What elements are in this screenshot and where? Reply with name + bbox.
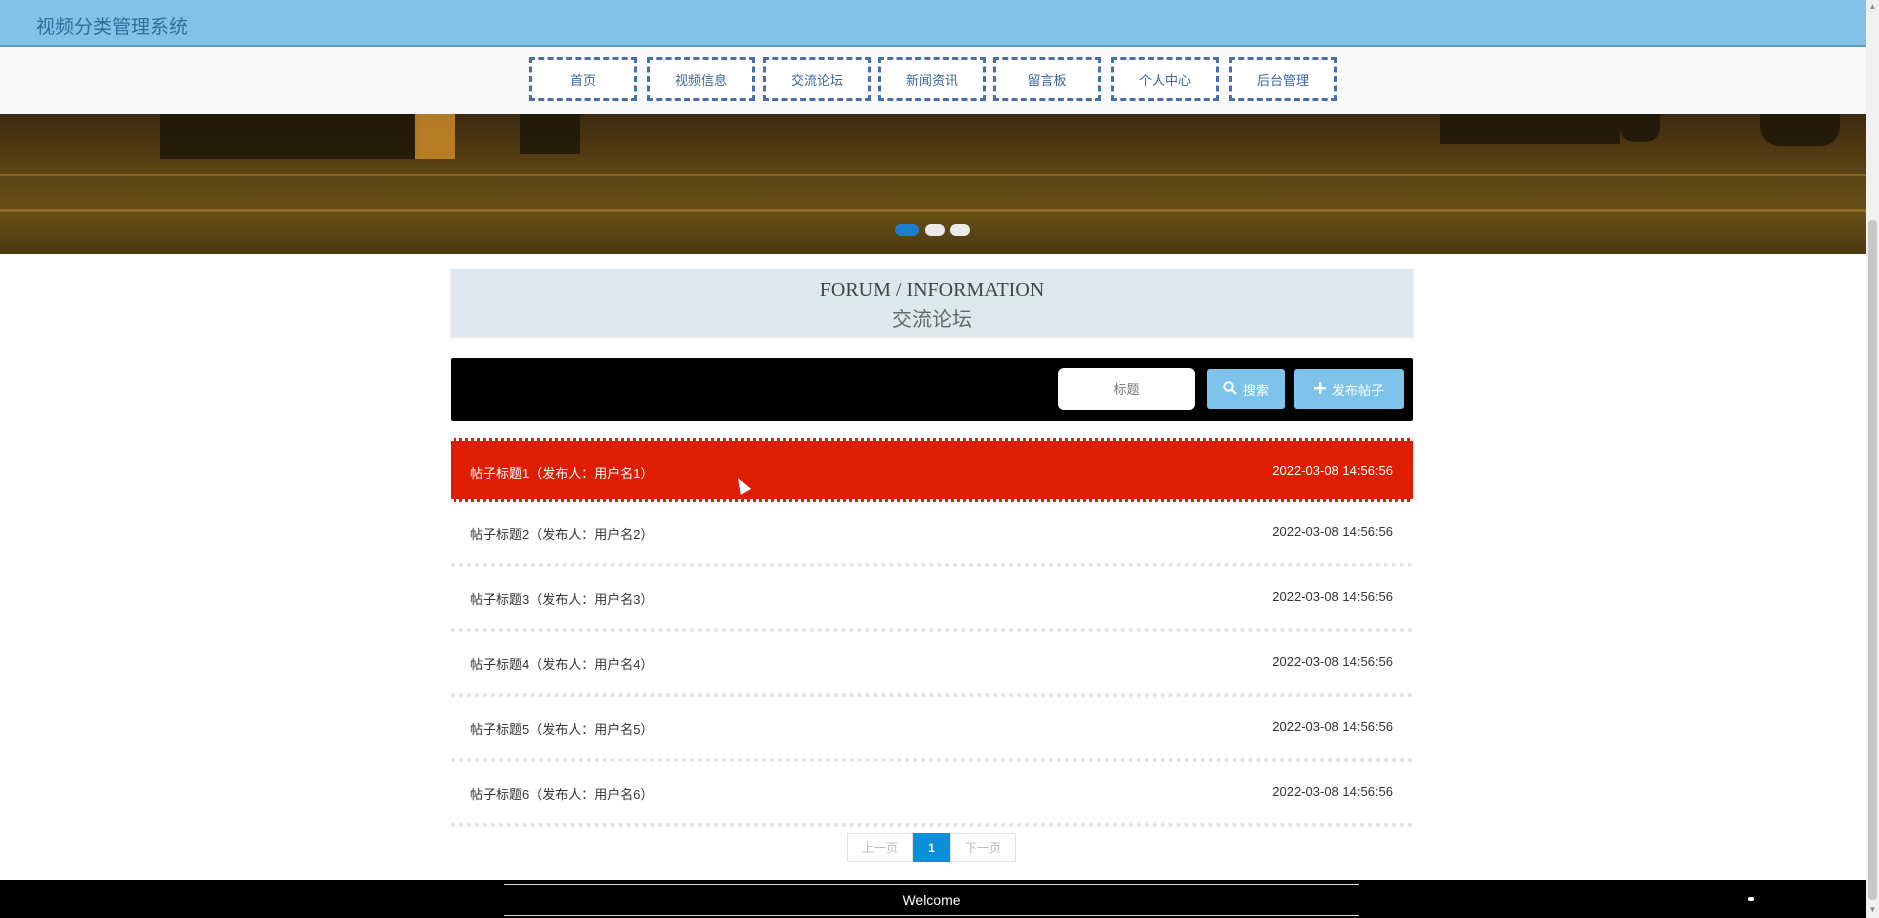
post-list: 帖子标题1（发布人：用户名1） 2022-03-08 14:56:56 帖子标题…	[451, 438, 1413, 827]
banner-boat	[1440, 114, 1620, 144]
nav-item-home[interactable]: 首页	[529, 57, 637, 101]
section-header: FORUM / INFORMATION 交流论坛	[451, 269, 1413, 337]
nav-item-forum[interactable]: 交流论坛	[763, 57, 871, 101]
section-title-cn: 交流论坛	[892, 309, 972, 331]
banner-pillar	[415, 114, 455, 159]
nav-item-video-info[interactable]: 视频信息	[647, 57, 755, 101]
post-title[interactable]: 帖子标题3（发布人：用户名3）	[470, 589, 653, 608]
post-row[interactable]: 帖子标题2（发布人：用户名2） 2022-03-08 14:56:56	[451, 502, 1413, 567]
banner-boat	[1620, 114, 1660, 142]
publish-post-label: 发布帖子	[1331, 382, 1384, 398]
post-row[interactable]: 帖子标题5（发布人：用户名5） 2022-03-08 14:56:56	[451, 697, 1413, 762]
footer: Welcome	[0, 880, 1866, 918]
carousel-dot-3[interactable]	[950, 224, 970, 236]
nav-item-admin[interactable]: 后台管理	[1229, 57, 1337, 101]
post-title[interactable]: 帖子标题1（发布人：用户名1）	[470, 463, 653, 482]
footer-welcome: Welcome	[504, 884, 1359, 916]
plus-icon	[1313, 381, 1326, 397]
post-title[interactable]: 帖子标题4（发布人：用户名4）	[470, 654, 653, 673]
nav-item-news[interactable]: 新闻资讯	[878, 57, 986, 101]
post-time: 2022-03-08 14:56:56	[1272, 719, 1393, 734]
post-time: 2022-03-08 14:56:56	[1272, 589, 1393, 604]
water-reflection	[0, 209, 1866, 212]
page-number-button[interactable]: 1	[913, 833, 950, 862]
page-scrollbar[interactable]: ▲ ▼	[1866, 0, 1879, 918]
post-time: 2022-03-08 14:56:56	[1272, 463, 1393, 478]
scroll-down-icon[interactable]: ▼	[1868, 905, 1877, 914]
post-row[interactable]: 帖子标题4（发布人：用户名4） 2022-03-08 14:56:56	[451, 632, 1413, 697]
search-input[interactable]	[1058, 368, 1195, 410]
banner-pillar	[520, 114, 580, 154]
post-time: 2022-03-08 14:56:56	[1272, 784, 1393, 799]
post-time: 2022-03-08 14:56:56	[1272, 654, 1393, 669]
search-button[interactable]: 搜索	[1207, 369, 1285, 409]
banner-boat	[1760, 114, 1840, 146]
prev-page-button[interactable]: 上一页	[847, 833, 913, 862]
search-bar: 搜索 发布帖子	[451, 358, 1413, 421]
top-header: 视频分类管理系统	[0, 0, 1866, 47]
section-title-en: FORUM / INFORMATION	[819, 279, 1045, 301]
carousel-dot-2[interactable]	[925, 224, 945, 236]
search-button-label: 搜索	[1242, 382, 1269, 398]
main-nav: 首页 视频信息 交流论坛 新闻资讯 留言板 个人中心 后台管理	[0, 47, 1866, 114]
app-title: 视频分类管理系统	[36, 17, 189, 38]
scroll-thumb[interactable]	[1868, 220, 1877, 900]
post-row[interactable]: 帖子标题1（发布人：用户名1） 2022-03-08 14:56:56	[451, 438, 1413, 502]
water-reflection	[0, 174, 1866, 176]
scroll-up-icon[interactable]: ▲	[1868, 2, 1877, 11]
next-page-button[interactable]: 下一页	[950, 833, 1016, 862]
pagination: 上一页 1 下一页	[847, 833, 1016, 862]
carousel-dot-1[interactable]	[895, 224, 919, 236]
publish-post-button[interactable]: 发布帖子	[1294, 369, 1404, 409]
post-title[interactable]: 帖子标题6（发布人：用户名6）	[470, 784, 653, 803]
nav-item-personal-center[interactable]: 个人中心	[1111, 57, 1219, 101]
banner-pillar	[160, 114, 420, 159]
post-time: 2022-03-08 14:56:56	[1272, 524, 1393, 539]
footer-dot	[1748, 897, 1754, 901]
post-title[interactable]: 帖子标题5（发布人：用户名5）	[470, 719, 653, 738]
nav-item-message-board[interactable]: 留言板	[993, 57, 1101, 101]
post-row[interactable]: 帖子标题3（发布人：用户名3） 2022-03-08 14:56:56	[451, 567, 1413, 632]
search-icon	[1223, 380, 1237, 398]
post-row[interactable]: 帖子标题6（发布人：用户名6） 2022-03-08 14:56:56	[451, 762, 1413, 827]
post-title[interactable]: 帖子标题2（发布人：用户名2）	[470, 524, 653, 543]
